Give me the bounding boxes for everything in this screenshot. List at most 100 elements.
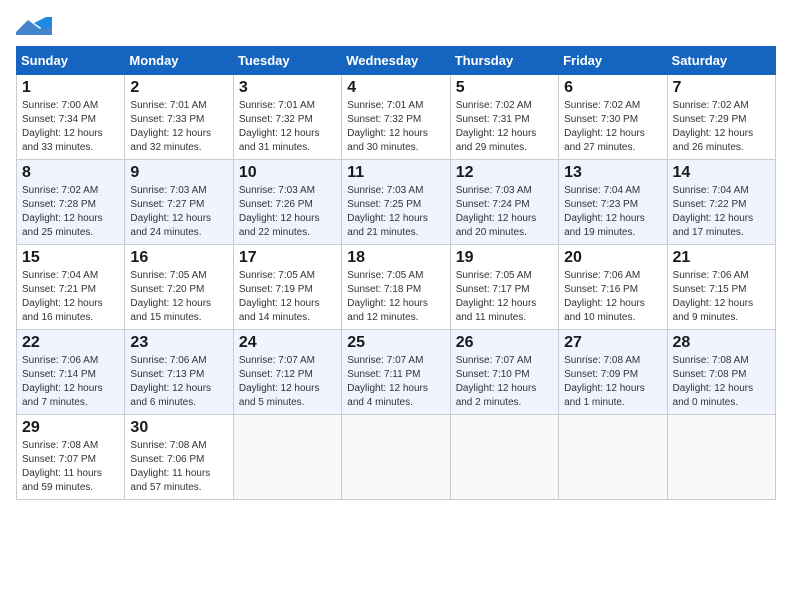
day-number: 30 xyxy=(130,419,227,437)
day-info: Sunrise: 7:07 AM Sunset: 7:10 PM Dayligh… xyxy=(456,354,553,410)
day-number: 7 xyxy=(673,79,770,97)
calendar-cell: 26 Sunrise: 7:07 AM Sunset: 7:10 PM Dayli… xyxy=(450,330,558,415)
calendar-cell: 9 Sunrise: 7:03 AM Sunset: 7:27 PM Daylig… xyxy=(125,160,233,245)
day-number: 26 xyxy=(456,334,553,352)
calendar-cell xyxy=(667,415,775,500)
calendar-cell: 3 Sunrise: 7:01 AM Sunset: 7:32 PM Daylig… xyxy=(233,75,341,160)
day-number: 8 xyxy=(22,164,119,182)
day-info: Sunrise: 7:08 AM Sunset: 7:08 PM Dayligh… xyxy=(673,354,770,410)
calendar-cell: 28 Sunrise: 7:08 AM Sunset: 7:08 PM Dayli… xyxy=(667,330,775,415)
calendar-week-row: 22 Sunrise: 7:06 AM Sunset: 7:14 PM Dayli… xyxy=(17,330,776,415)
day-info: Sunrise: 7:02 AM Sunset: 7:28 PM Dayligh… xyxy=(22,184,119,240)
day-info: Sunrise: 7:04 AM Sunset: 7:21 PM Dayligh… xyxy=(22,269,119,325)
day-number: 10 xyxy=(239,164,336,182)
calendar-cell: 14Sunrise: 7:04 AM Sunset: 7:22 PM Dayli… xyxy=(667,160,775,245)
day-info: Sunrise: 7:06 AM Sunset: 7:13 PM Dayligh… xyxy=(130,354,227,410)
calendar-week-row: 8 Sunrise: 7:02 AM Sunset: 7:28 PM Daylig… xyxy=(17,160,776,245)
day-info: Sunrise: 7:03 AM Sunset: 7:25 PM Dayligh… xyxy=(347,184,444,240)
calendar-cell: 20Sunrise: 7:06 AM Sunset: 7:16 PM Dayli… xyxy=(559,245,667,330)
calendar-cell xyxy=(559,415,667,500)
day-info: Sunrise: 7:05 AM Sunset: 7:19 PM Dayligh… xyxy=(239,269,336,325)
day-info: Sunrise: 7:05 AM Sunset: 7:18 PM Dayligh… xyxy=(347,269,444,325)
calendar-cell: 18 Sunrise: 7:05 AM Sunset: 7:18 PM Dayli… xyxy=(342,245,450,330)
day-info: Sunrise: 7:04 AM Sunset: 7:23 PM Dayligh… xyxy=(564,184,661,240)
header xyxy=(16,16,776,38)
calendar-cell: 16 Sunrise: 7:05 AM Sunset: 7:20 PM Dayli… xyxy=(125,245,233,330)
day-number: 1 xyxy=(22,79,119,97)
calendar-week-row: 15 Sunrise: 7:04 AM Sunset: 7:21 PM Dayli… xyxy=(17,245,776,330)
calendar-cell: 22 Sunrise: 7:06 AM Sunset: 7:14 PM Dayli… xyxy=(17,330,125,415)
calendar-cell xyxy=(342,415,450,500)
day-info: Sunrise: 7:08 AM Sunset: 7:09 PM Dayligh… xyxy=(564,354,661,410)
calendar-cell: 19 Sunrise: 7:05 AM Sunset: 7:17 PM Dayli… xyxy=(450,245,558,330)
day-number: 21 xyxy=(673,249,770,267)
calendar-cell: 1 Sunrise: 7:00 AM Sunset: 7:34 PM Daylig… xyxy=(17,75,125,160)
day-info: Sunrise: 7:02 AM Sunset: 7:29 PM Dayligh… xyxy=(673,99,770,155)
calendar-cell: 30Sunrise: 7:08 AM Sunset: 7:06 PM Dayli… xyxy=(125,415,233,500)
day-info: Sunrise: 7:03 AM Sunset: 7:27 PM Dayligh… xyxy=(130,184,227,240)
day-info: Sunrise: 7:04 AM Sunset: 7:22 PM Dayligh… xyxy=(673,184,770,240)
weekday-header-tuesday: Tuesday xyxy=(233,47,341,75)
weekday-header-friday: Friday xyxy=(559,47,667,75)
day-number: 24 xyxy=(239,334,336,352)
weekday-header-monday: Monday xyxy=(125,47,233,75)
day-number: 25 xyxy=(347,334,444,352)
day-info: Sunrise: 7:03 AM Sunset: 7:24 PM Dayligh… xyxy=(456,184,553,240)
day-number: 16 xyxy=(130,249,227,267)
calendar-body: 1 Sunrise: 7:00 AM Sunset: 7:34 PM Daylig… xyxy=(17,75,776,500)
calendar-cell: 8 Sunrise: 7:02 AM Sunset: 7:28 PM Daylig… xyxy=(17,160,125,245)
calendar-cell: 12 Sunrise: 7:03 AM Sunset: 7:24 PM Dayli… xyxy=(450,160,558,245)
day-number: 27 xyxy=(564,334,661,352)
day-number: 11 xyxy=(347,164,444,182)
calendar-table: SundayMondayTuesdayWednesdayThursdayFrid… xyxy=(16,46,776,500)
day-info: Sunrise: 7:01 AM Sunset: 7:32 PM Dayligh… xyxy=(239,99,336,155)
day-number: 19 xyxy=(456,249,553,267)
calendar-cell: 15 Sunrise: 7:04 AM Sunset: 7:21 PM Dayli… xyxy=(17,245,125,330)
day-number: 18 xyxy=(347,249,444,267)
day-info: Sunrise: 7:05 AM Sunset: 7:20 PM Dayligh… xyxy=(130,269,227,325)
calendar-cell xyxy=(233,415,341,500)
day-number: 17 xyxy=(239,249,336,267)
logo xyxy=(16,16,52,38)
day-number: 4 xyxy=(347,79,444,97)
calendar-cell: 29 Sunrise: 7:08 AM Sunset: 7:07 PM Dayli… xyxy=(17,415,125,500)
calendar-cell: 17 Sunrise: 7:05 AM Sunset: 7:19 PM Dayli… xyxy=(233,245,341,330)
calendar-week-row: 29 Sunrise: 7:08 AM Sunset: 7:07 PM Dayli… xyxy=(17,415,776,500)
calendar-cell: 23 Sunrise: 7:06 AM Sunset: 7:13 PM Dayli… xyxy=(125,330,233,415)
day-info: Sunrise: 7:05 AM Sunset: 7:17 PM Dayligh… xyxy=(456,269,553,325)
calendar-week-row: 1 Sunrise: 7:00 AM Sunset: 7:34 PM Daylig… xyxy=(17,75,776,160)
day-info: Sunrise: 7:02 AM Sunset: 7:31 PM Dayligh… xyxy=(456,99,553,155)
day-info: Sunrise: 7:06 AM Sunset: 7:14 PM Dayligh… xyxy=(22,354,119,410)
calendar-cell: 10 Sunrise: 7:03 AM Sunset: 7:26 PM Dayli… xyxy=(233,160,341,245)
day-number: 29 xyxy=(22,419,119,437)
day-info: Sunrise: 7:00 AM Sunset: 7:34 PM Dayligh… xyxy=(22,99,119,155)
day-number: 3 xyxy=(239,79,336,97)
calendar-cell: 25 Sunrise: 7:07 AM Sunset: 7:11 PM Dayli… xyxy=(342,330,450,415)
day-info: Sunrise: 7:01 AM Sunset: 7:32 PM Dayligh… xyxy=(347,99,444,155)
day-info: Sunrise: 7:08 AM Sunset: 7:07 PM Dayligh… xyxy=(22,439,119,495)
calendar-cell: 21Sunrise: 7:06 AM Sunset: 7:15 PM Dayli… xyxy=(667,245,775,330)
day-number: 15 xyxy=(22,249,119,267)
day-info: Sunrise: 7:01 AM Sunset: 7:33 PM Dayligh… xyxy=(130,99,227,155)
day-number: 28 xyxy=(673,334,770,352)
day-info: Sunrise: 7:07 AM Sunset: 7:11 PM Dayligh… xyxy=(347,354,444,410)
calendar-cell: 13 Sunrise: 7:04 AM Sunset: 7:23 PM Dayli… xyxy=(559,160,667,245)
day-number: 22 xyxy=(22,334,119,352)
weekday-header-row: SundayMondayTuesdayWednesdayThursdayFrid… xyxy=(17,47,776,75)
calendar-cell: 24 Sunrise: 7:07 AM Sunset: 7:12 PM Dayli… xyxy=(233,330,341,415)
calendar-cell: 7 Sunrise: 7:02 AM Sunset: 7:29 PM Daylig… xyxy=(667,75,775,160)
day-number: 23 xyxy=(130,334,227,352)
day-info: Sunrise: 7:02 AM Sunset: 7:30 PM Dayligh… xyxy=(564,99,661,155)
day-number: 9 xyxy=(130,164,227,182)
weekday-header-saturday: Saturday xyxy=(667,47,775,75)
day-info: Sunrise: 7:07 AM Sunset: 7:12 PM Dayligh… xyxy=(239,354,336,410)
calendar-cell: 27 Sunrise: 7:08 AM Sunset: 7:09 PM Dayli… xyxy=(559,330,667,415)
weekday-header-wednesday: Wednesday xyxy=(342,47,450,75)
day-number: 13 xyxy=(564,164,661,182)
day-number: 12 xyxy=(456,164,553,182)
weekday-header-thursday: Thursday xyxy=(450,47,558,75)
calendar-cell: 5 Sunrise: 7:02 AM Sunset: 7:31 PM Daylig… xyxy=(450,75,558,160)
day-info: Sunrise: 7:03 AM Sunset: 7:26 PM Dayligh… xyxy=(239,184,336,240)
day-number: 20 xyxy=(564,249,661,267)
day-number: 5 xyxy=(456,79,553,97)
